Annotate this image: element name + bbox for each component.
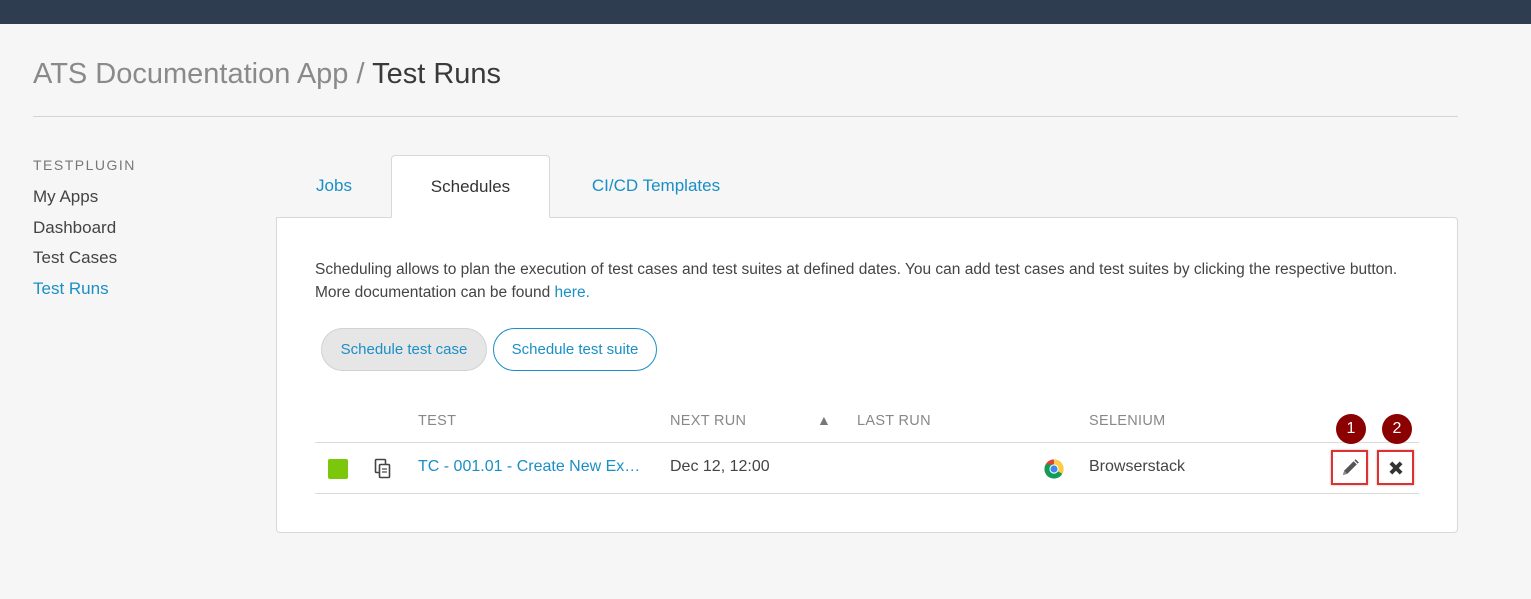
sidebar-section-title: TESTPLUGIN — [33, 157, 136, 173]
column-header-last-run[interactable]: LAST RUN — [857, 413, 931, 429]
close-icon — [1389, 461, 1403, 475]
header-divider — [33, 116, 1458, 117]
next-run-value: Dec 12, 12:00 — [670, 458, 770, 475]
column-header-selenium[interactable]: SELENIUM — [1089, 413, 1166, 429]
sidebar: TESTPLUGIN My Apps Dashboard Test Cases … — [33, 157, 233, 309]
schedules-description: Scheduling allows to plan the execution … — [315, 258, 1435, 304]
breadcrumb-separator: / — [356, 58, 365, 90]
top-navbar — [0, 0, 1531, 24]
selenium-provider: Browserstack — [1089, 458, 1186, 475]
copy-icon[interactable] — [374, 458, 392, 480]
table-row: TC - 001.01 - Create New Ex… Dec 12, 12:… — [315, 443, 1419, 494]
column-header-test[interactable]: TEST — [418, 413, 456, 429]
tab-jobs[interactable]: Jobs — [301, 155, 367, 218]
table-header: TEST NEXT RUN ▲ LAST RUN SELENIUM — [315, 403, 1419, 443]
schedule-test-case-button[interactable]: Schedule test case — [321, 328, 487, 371]
sidebar-item-test-runs[interactable]: Test Runs — [33, 279, 233, 310]
annotation-marker-edit: 1 — [1336, 414, 1366, 444]
tab-cicd-templates[interactable]: CI/CD Templates — [576, 155, 736, 218]
documentation-link[interactable]: here. — [555, 284, 590, 301]
schedule-test-suite-button[interactable]: Schedule test suite — [493, 328, 657, 371]
test-name-link[interactable]: TC - 001.01 - Create New Ex… — [418, 458, 646, 476]
sidebar-item-my-apps[interactable]: My Apps — [33, 187, 233, 218]
edit-button[interactable] — [1331, 450, 1368, 485]
column-header-next-run[interactable]: NEXT RUN — [670, 413, 746, 429]
tab-schedules[interactable]: Schedules — [391, 155, 550, 218]
annotation-marker-delete: 2 — [1382, 414, 1412, 444]
schedules-panel: Scheduling allows to plan the execution … — [276, 217, 1458, 533]
chrome-icon — [1044, 459, 1064, 479]
breadcrumb-app[interactable]: ATS Documentation App — [33, 58, 348, 90]
sidebar-item-dashboard[interactable]: Dashboard — [33, 218, 233, 249]
sort-ascending-icon[interactable]: ▲ — [817, 412, 831, 428]
pencil-icon — [1343, 459, 1359, 475]
sidebar-item-test-cases[interactable]: Test Cases — [33, 248, 233, 279]
description-text: Scheduling allows to plan the execution … — [315, 261, 1398, 301]
page-title: ATS Documentation App / Test Runs — [33, 58, 501, 91]
breadcrumb-current: Test Runs — [372, 58, 502, 90]
status-success-icon — [328, 459, 348, 479]
delete-button[interactable] — [1377, 450, 1414, 485]
